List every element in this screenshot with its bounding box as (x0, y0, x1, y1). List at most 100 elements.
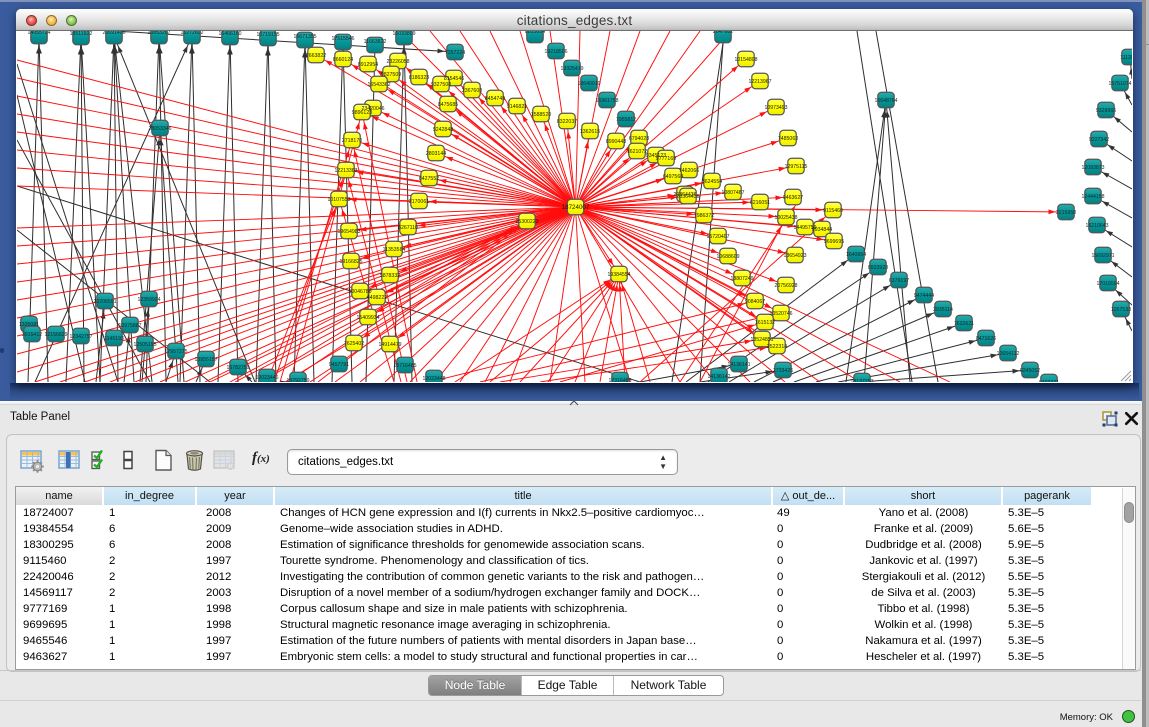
svg-text:3915412: 3915412 (22, 332, 42, 338)
svg-text:18807249: 18807249 (730, 276, 753, 282)
svg-text:7663822: 7663822 (306, 53, 326, 59)
svg-text:1621072: 1621072 (627, 149, 647, 155)
svg-text:18724007: 18724007 (562, 204, 590, 211)
svg-text:14136142: 14136142 (707, 374, 730, 380)
svg-text:10853267: 10853267 (147, 31, 170, 36)
svg-text:16671355: 16671355 (293, 34, 316, 40)
svg-text:6497568: 6497568 (663, 174, 683, 180)
svg-text:1640954: 1640954 (846, 252, 866, 258)
svg-text:8475685: 8475685 (438, 102, 458, 108)
svg-text:18511922: 18511922 (70, 31, 93, 37)
svg-text:18137753: 18137753 (850, 379, 873, 382)
svg-text:10719155: 10719155 (256, 32, 279, 38)
svg-text:2367608: 2367608 (462, 88, 482, 94)
svg-text:15751074: 15751074 (1108, 81, 1131, 87)
svg-text:8471626: 8471626 (976, 336, 996, 342)
svg-text:15720407: 15720407 (706, 234, 729, 240)
svg-text:9146821: 9146821 (507, 104, 527, 110)
svg-text:14914479: 14914479 (378, 342, 401, 348)
svg-text:11353584: 11353584 (383, 247, 406, 253)
svg-text:5878332: 5878332 (380, 273, 400, 279)
svg-text:13955157: 13955157 (194, 357, 217, 363)
svg-text:8267110: 8267110 (398, 225, 418, 231)
svg-text:1267533: 1267533 (1111, 307, 1131, 313)
svg-text:10975887: 10975887 (118, 323, 141, 329)
svg-text:8912954: 8912954 (358, 62, 378, 68)
svg-text:1733426: 1733426 (773, 368, 793, 374)
svg-text:6216051: 6216051 (750, 200, 770, 206)
svg-text:9934844: 9934844 (812, 227, 832, 233)
svg-text:12342757: 12342757 (69, 334, 92, 340)
svg-text:8933928: 8933928 (868, 265, 888, 271)
svg-text:16782759: 16782759 (226, 365, 249, 371)
svg-text:9474444: 9474444 (914, 293, 934, 299)
svg-text:15716485: 15716485 (393, 363, 416, 369)
svg-text:2718170: 2718170 (342, 138, 362, 144)
svg-text:16033809: 16033809 (392, 31, 415, 37)
svg-text:14136141: 14136141 (727, 362, 750, 368)
svg-text:10688609: 10688609 (716, 254, 739, 260)
svg-text:8813054: 8813054 (525, 31, 545, 35)
svg-text:7357224: 7357224 (445, 50, 465, 56)
svg-text:17016504: 17016504 (1096, 281, 1119, 287)
svg-text:1615132: 1615132 (755, 320, 775, 326)
svg-text:10973493: 10973493 (764, 105, 787, 111)
svg-text:3215958: 3215958 (1056, 210, 1076, 216)
svg-text:18640910: 18640910 (577, 81, 600, 87)
svg-text:10807487: 10807487 (721, 190, 744, 196)
svg-text:13325419: 13325419 (560, 66, 583, 72)
svg-text:9896123: 9896123 (352, 110, 372, 116)
svg-text:12213383: 12213383 (334, 168, 357, 174)
svg-text:8454749: 8454749 (485, 96, 505, 102)
svg-text:19166825: 19166825 (339, 259, 362, 265)
svg-text:9242848: 9242848 (433, 127, 453, 133)
svg-text:20756928: 20756928 (774, 283, 797, 289)
svg-text:10025438: 10025438 (774, 215, 797, 221)
svg-text:13524851: 13524851 (750, 337, 773, 343)
svg-text:2047682: 2047682 (713, 31, 733, 35)
svg-text:12975115: 12975115 (785, 164, 808, 170)
svg-text:17316485: 17316485 (608, 378, 631, 382)
svg-text:12093873: 12093873 (1081, 165, 1104, 171)
svg-text:28053346: 28053346 (148, 126, 171, 132)
svg-text:9457791: 9457791 (329, 362, 349, 368)
svg-text:16543362: 16543362 (367, 82, 390, 88)
svg-text:12023446: 12023446 (255, 375, 278, 381)
svg-text:7485063: 7485063 (778, 136, 798, 142)
svg-text:20691406: 20691406 (102, 31, 125, 36)
svg-text:10520746: 10520746 (769, 311, 792, 317)
svg-text:8186323: 8186323 (409, 75, 429, 81)
svg-text:17515546: 17515546 (331, 36, 354, 42)
svg-text:15272602: 15272602 (180, 31, 203, 36)
svg-text:9699695: 9699695 (824, 239, 844, 245)
svg-text:19218506: 19218506 (544, 49, 567, 55)
svg-text:16648764: 16648764 (874, 98, 897, 104)
svg-text:9245052: 9245052 (1020, 368, 1040, 374)
svg-text:13654923: 13654923 (783, 253, 806, 259)
svg-text:7625402: 7625402 (344, 341, 364, 347)
svg-text:10792759: 10792759 (286, 378, 309, 382)
svg-text:8660124: 8660124 (333, 57, 353, 63)
svg-text:25300223: 25300223 (515, 219, 538, 225)
svg-text:23226058: 23226058 (386, 59, 409, 65)
svg-text:12444158: 12444158 (1081, 194, 1104, 200)
svg-text:9463627: 9463627 (783, 195, 803, 201)
svg-text:9227342: 9227342 (1089, 137, 1109, 143)
svg-text:6794028: 6794028 (629, 136, 649, 142)
svg-text:4498222: 4498222 (367, 295, 387, 301)
svg-text:9777169: 9777169 (656, 156, 676, 162)
svg-text:9403321: 9403321 (1039, 380, 1059, 382)
svg-text:2170061: 2170061 (409, 199, 429, 205)
svg-text:1335081: 1335081 (19, 322, 39, 328)
svg-text:10654112: 10654112 (997, 351, 1020, 357)
svg-text:12213967: 12213967 (748, 79, 771, 85)
svg-text:2935114: 2935114 (933, 307, 953, 313)
svg-text:3624554: 3624554 (702, 179, 722, 185)
svg-text:7955812: 7955812 (616, 117, 636, 123)
svg-text:16961758: 16961758 (595, 98, 618, 104)
svg-text:20364436: 20364436 (676, 194, 699, 200)
svg-text:9329966: 9329966 (1096, 108, 1116, 114)
svg-text:14055724: 14055724 (27, 31, 50, 36)
svg-text:1362615: 1362615 (580, 129, 600, 135)
svg-text:8322037: 8322037 (557, 119, 577, 125)
